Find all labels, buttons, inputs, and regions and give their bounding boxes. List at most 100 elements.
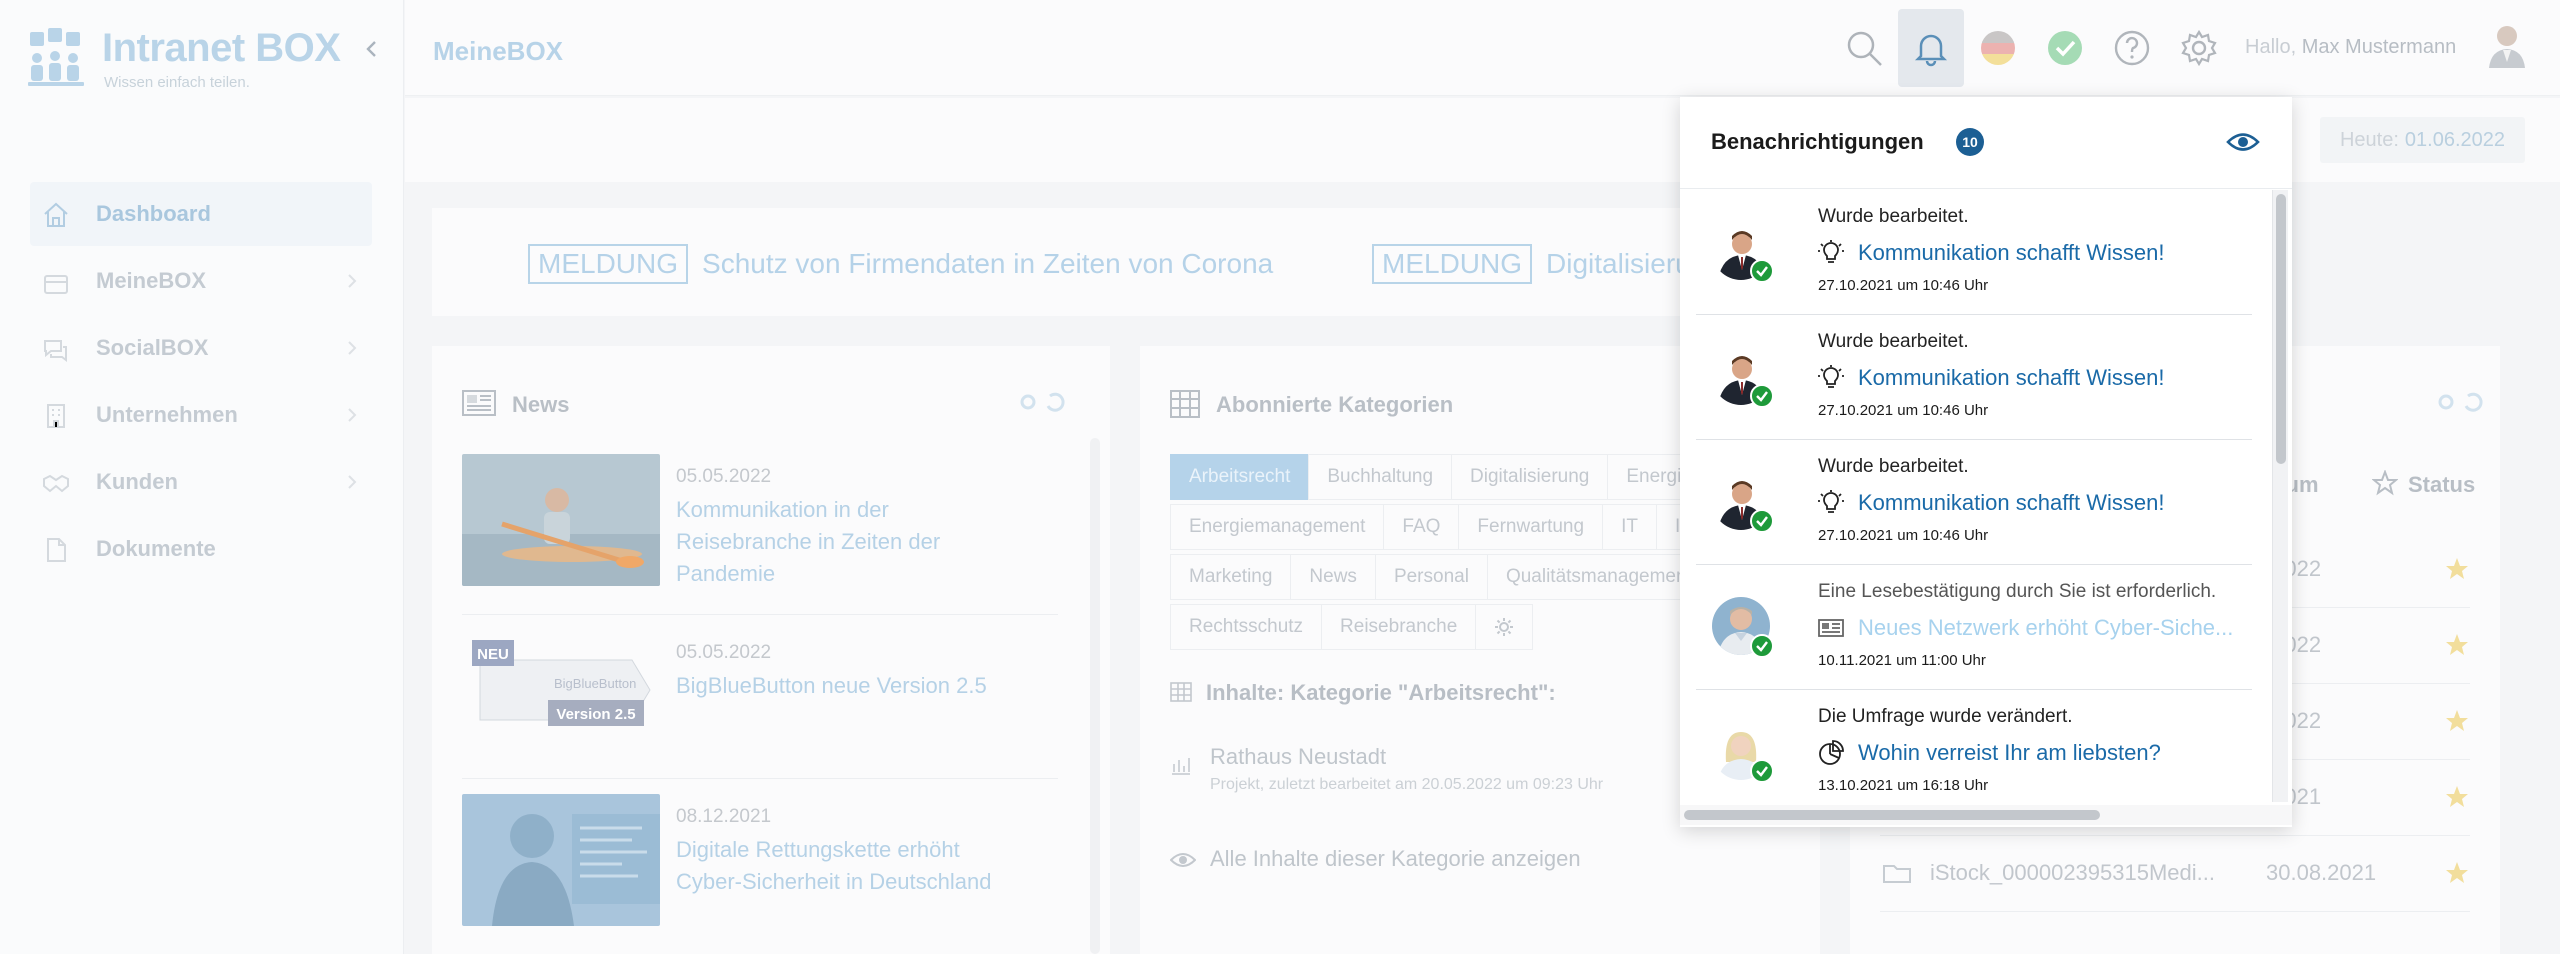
category-chip[interactable]: Reisebranche: [1321, 604, 1477, 650]
brand-tagline: Wissen einfach teilen.: [104, 74, 250, 91]
star-icon[interactable]: [2444, 632, 2470, 658]
star-icon[interactable]: [2444, 860, 2470, 886]
sidebar-item-unternehmen[interactable]: Unternehmen: [30, 383, 372, 447]
box-icon: [44, 275, 68, 294]
show-all-link[interactable]: Alle Inhalte dieser Kategorie anzeigen: [1210, 846, 1581, 872]
card-tools-icon[interactable]: [1018, 390, 1068, 414]
ticker-tag: MELDUNG: [528, 244, 689, 284]
content-item-meta: Projekt, zuletzt bearbeitet am 20.05.202…: [1210, 776, 1604, 793]
category-chip[interactable]: Arbeitsrecht: [1170, 454, 1310, 500]
ticker-item[interactable]: MELDUNGDigitalisierung: [1372, 244, 1704, 284]
notification-time: 27.10.2021 um 10:46 Uhr: [1818, 527, 1989, 544]
notification-item[interactable]: Eine Lesebestätigung durch Sie ist erfor…: [1696, 565, 2252, 690]
sidebar-item-dashboard[interactable]: Dashboard: [30, 182, 372, 246]
category-chip[interactable]: Buchhaltung: [1308, 454, 1453, 500]
search-button[interactable]: [1836, 20, 1892, 76]
category-chip[interactable]: IT: [1602, 504, 1657, 550]
eye-icon[interactable]: [2226, 127, 2260, 157]
checkmark-icon: [1750, 384, 1774, 408]
sidebar-item-socialbox[interactable]: SocialBOX: [30, 316, 372, 380]
sidebar-item-meinebox[interactable]: MeineBOX: [30, 249, 372, 313]
category-chip[interactable]: Qualitätsmanagemen: [1486, 554, 1706, 600]
category-chip[interactable]: Fernwartung: [1458, 504, 1604, 550]
status-button[interactable]: [2037, 20, 2093, 76]
news-link[interactable]: BigBlueButton neue Version 2.5: [676, 670, 996, 702]
horizontal-scrollbar[interactable]: [1680, 805, 2292, 825]
notification-item[interactable]: Die Umfrage wurde verändert. Wohin verre…: [1696, 690, 2252, 802]
notification-link[interactable]: Kommunikation schafft Wissen!: [1818, 490, 2165, 516]
category-chip[interactable]: Marketing: [1170, 554, 1292, 600]
checkmark-icon: [1750, 259, 1774, 283]
sidebar-item-label: Dashboard: [96, 201, 211, 226]
newspaper-icon: [1818, 619, 1844, 637]
user-greeting[interactable]: Hallo, Max Mustermann: [2245, 36, 2456, 59]
column-status[interactable]: Status: [2408, 472, 2475, 498]
vertical-scrollbar[interactable]: [2272, 190, 2288, 802]
sidebar-item-label: MeineBOX: [96, 268, 207, 293]
table-icon: [1170, 682, 1192, 702]
today-label: Heute:: [2339, 128, 2399, 151]
avatar[interactable]: [2485, 22, 2529, 68]
chevron-right-icon: [348, 274, 357, 288]
checkmark-icon: [1750, 509, 1774, 533]
ticker-item[interactable]: MELDUNG Schutz von Firmendaten in Zeiten …: [528, 244, 1273, 284]
news-item[interactable]: NEU BigBlueButton Version 2.5 05.05.2022 B…: [462, 630, 1058, 770]
notifications-list[interactable]: Wurde bearbeitet. Kommunikation schafft …: [1680, 190, 2272, 802]
chat-icon: [44, 340, 67, 362]
notification-item[interactable]: Wurde bearbeitet. Kommunikation schafft …: [1696, 190, 2252, 315]
news-link[interactable]: Kommunikation in der Reisebranche in Zei…: [676, 494, 996, 590]
ticker-text: Schutz von Firmendaten in Zeiten von Cor…: [702, 248, 1274, 279]
notifications-button[interactable]: [1898, 9, 1964, 87]
sidebar-item-dokumente[interactable]: Dokumente: [30, 517, 372, 581]
notification-message: Wurde bearbeitet.: [1818, 456, 1969, 477]
star-icon[interactable]: [2444, 708, 2470, 734]
settings-button[interactable]: [2171, 20, 2227, 76]
category-chip[interactable]: Energiemanagement: [1170, 504, 1385, 550]
help-button[interactable]: [2104, 20, 2160, 76]
german-flag-icon: [1981, 31, 2015, 65]
category-chip[interactable]: News: [1290, 554, 1376, 600]
logo[interactable]: Intranet BOX Wissen einfach teilen.: [28, 26, 348, 96]
collapse-sidebar-icon[interactable]: [360, 34, 384, 64]
eye-icon: [1170, 853, 1196, 867]
category-content-title: Inhalte: Kategorie "Arbeitsrecht":: [1206, 680, 1556, 705]
notification-time: 13.10.2021 um 16:18 Uhr: [1818, 777, 1989, 794]
newspaper-icon: [462, 390, 496, 416]
star-icon[interactable]: [2444, 784, 2470, 810]
news-thumbnail: [462, 794, 660, 926]
notification-item[interactable]: Wurde bearbeitet. Kommunikation schafft …: [1696, 315, 2252, 440]
notification-time: 27.10.2021 um 10:46 Uhr: [1818, 277, 1989, 294]
language-button[interactable]: [1970, 20, 2026, 76]
category-chip[interactable]: Rechtsschutz: [1170, 604, 1323, 650]
news-item[interactable]: 08.12.2021 Digitale Rettungskette erhöht…: [462, 794, 1058, 934]
file-name[interactable]: iStock_000002395315Medi...: [1930, 860, 2215, 886]
news-link[interactable]: Digitale Rettungskette erhöht Cyber-Sich…: [676, 834, 996, 898]
scrollbar-thumb[interactable]: [1684, 810, 2100, 820]
notification-link-text: Wohin verreist Ihr am liebsten?: [1858, 740, 2161, 765]
scrollbar-thumb[interactable]: [2276, 194, 2286, 464]
notification-link[interactable]: Wohin verreist Ihr am liebsten?: [1818, 740, 2161, 766]
category-chip[interactable]: Digitalisierung: [1451, 454, 1609, 500]
news-ticker[interactable]: MELDUNG Schutz von Firmendaten in Zeiten …: [432, 208, 1704, 316]
category-chip[interactable]: FAQ: [1383, 504, 1460, 550]
content-item-title[interactable]: Rathaus Neustadt: [1210, 744, 1386, 770]
greeting-text: Hallo,: [2245, 36, 2297, 58]
lightbulb-icon: [1818, 490, 1844, 513]
notification-link[interactable]: Kommunikation schafft Wissen!: [1818, 240, 2165, 266]
notification-link[interactable]: Kommunikation schafft Wissen!: [1818, 365, 2165, 391]
brand-name: Intranet BOX: [102, 26, 341, 70]
category-chip[interactable]: Personal: [1374, 554, 1488, 600]
category-settings-button[interactable]: [1475, 604, 1534, 650]
star-icon[interactable]: [2444, 556, 2470, 582]
scrollbar[interactable]: [1090, 438, 1100, 954]
card-tools-icon[interactable]: [2436, 390, 2486, 414]
table-row[interactable]: iStock_000002395315Medi... 30.08.2021: [1880, 836, 2470, 912]
sidebar-item-kunden[interactable]: Kunden: [30, 450, 372, 514]
ticker-tag: MELDUNG: [1372, 244, 1533, 284]
news-item[interactable]: 05.05.2022 Kommunikation in der Reisebra…: [462, 454, 1058, 594]
image-file-icon: [1883, 865, 1911, 883]
notification-message: Die Umfrage wurde verändert.: [1818, 706, 2073, 727]
notification-item[interactable]: Wurde bearbeitet. Kommunikation schafft …: [1696, 440, 2252, 565]
sidebar: Intranet BOX Wissen einfach teilen. Dash…: [0, 0, 404, 954]
notification-link[interactable]: Neues Netzwerk erhöht Cyber-Siche...: [1818, 615, 2233, 641]
